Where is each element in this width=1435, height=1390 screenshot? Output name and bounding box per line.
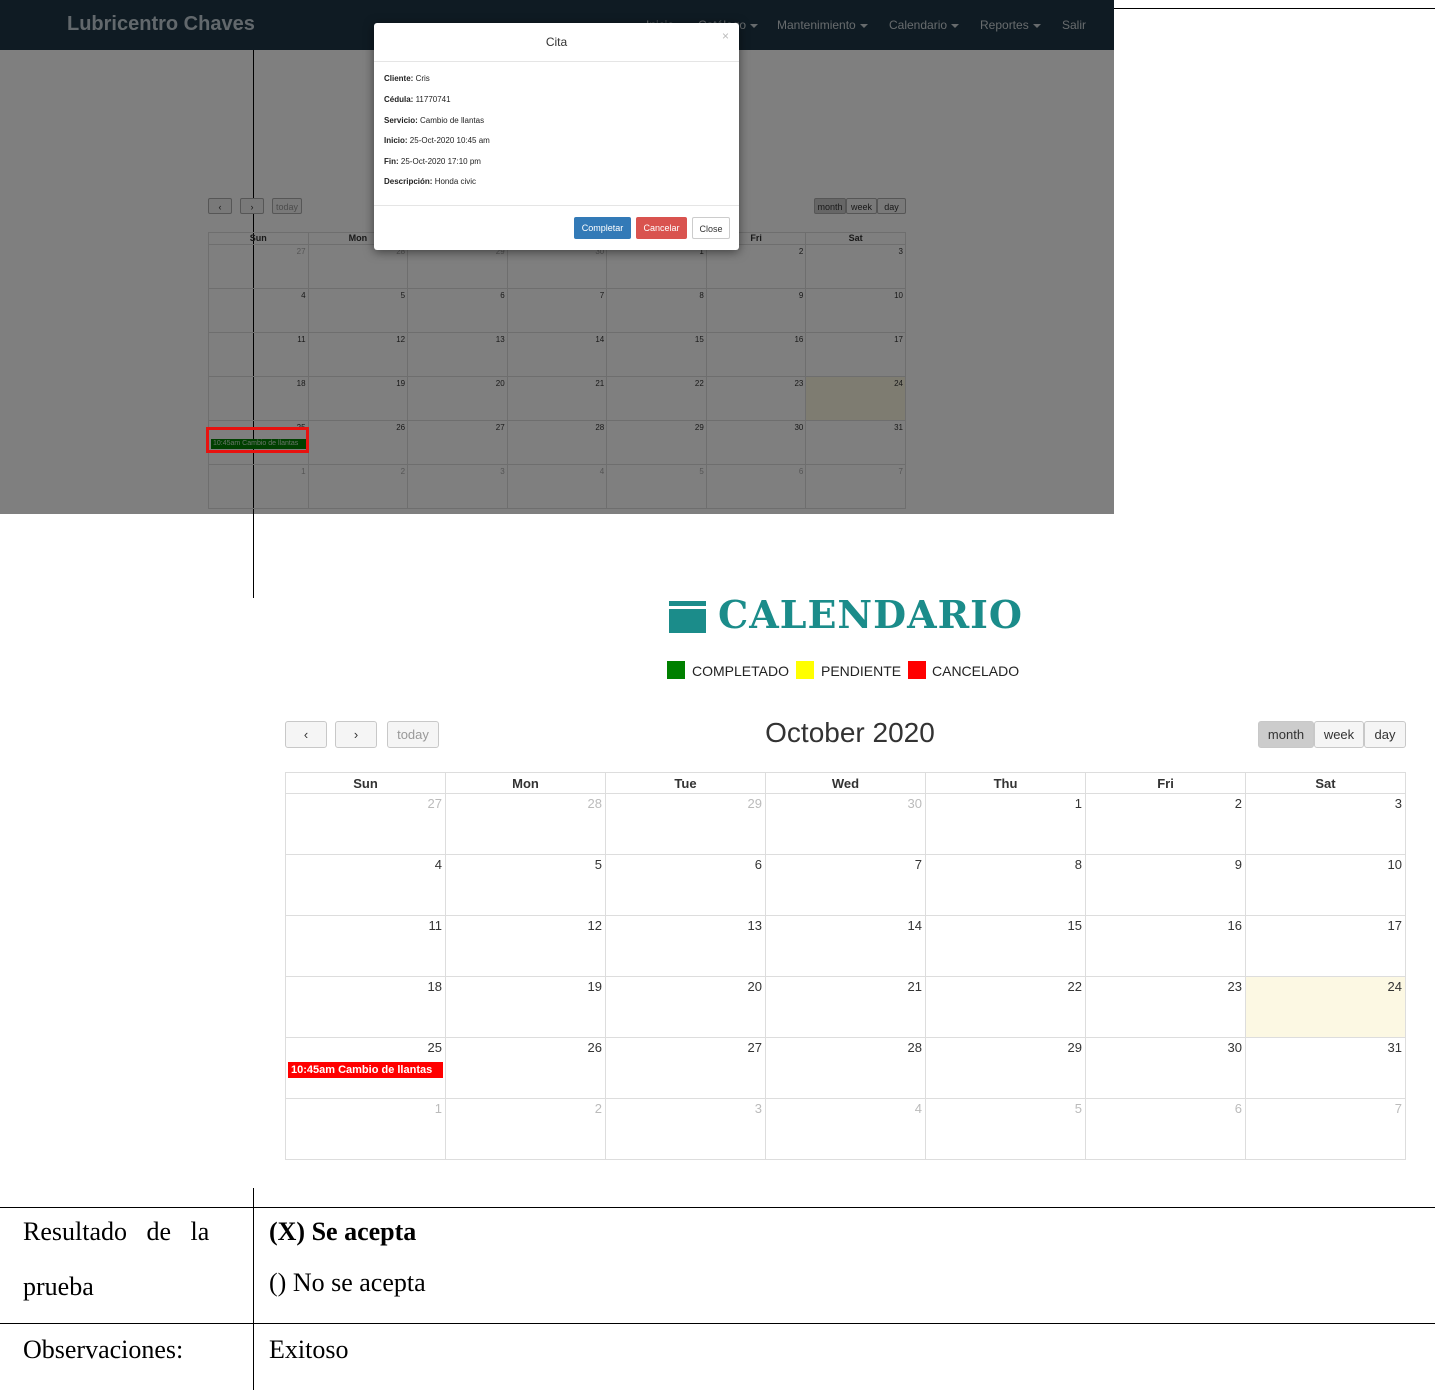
accept-option: (X) Se acepta — [269, 1217, 417, 1246]
day-cell[interactable]: 4 — [765, 1098, 926, 1160]
next-button[interactable]: › — [335, 721, 377, 748]
day-cell[interactable]: 30 — [1085, 1037, 1246, 1099]
day-cell[interactable]: 21 — [765, 976, 926, 1038]
weekday-header: Wed — [765, 772, 926, 794]
day-cell[interactable]: 28 — [765, 1037, 926, 1099]
close-button[interactable]: Close — [692, 217, 730, 239]
table-row-divider — [0, 1323, 1435, 1324]
day-cell[interactable]: 2 — [445, 1098, 606, 1160]
day-cell[interactable]: 4 — [285, 854, 446, 916]
result-label-line2: prueba — [23, 1272, 94, 1301]
day-cell[interactable]: 15 — [925, 915, 1086, 977]
detail-cedula: Cédula: 11770741 — [384, 95, 451, 104]
day-cell[interactable]: 14 — [765, 915, 926, 977]
month-button[interactable]: month — [1258, 721, 1314, 748]
detail-inicio: Inicio: 25-Oct-2020 10:45 am — [384, 136, 490, 145]
calendar-title: CALENDARIO — [718, 592, 1024, 637]
day-cell[interactable]: 13 — [605, 915, 766, 977]
day-cell[interactable]: 5 — [445, 854, 606, 916]
reject-option: () No se acepta — [269, 1268, 426, 1297]
day-cell[interactable]: 2 — [1085, 793, 1246, 855]
day-cell[interactable]: 5 — [925, 1098, 1086, 1160]
day-cell[interactable]: 6 — [1085, 1098, 1246, 1160]
day-cell[interactable]: 29 — [925, 1037, 1086, 1099]
day-cell[interactable]: 29 — [605, 793, 766, 855]
day-cell[interactable]: 22 — [925, 976, 1086, 1038]
prev-button[interactable]: ‹ — [285, 721, 327, 748]
observations-label: Observaciones: — [23, 1335, 184, 1364]
modal-divider — [374, 205, 739, 206]
day-button[interactable]: day — [1364, 721, 1406, 748]
modal-screenshot: Lubricentro Chaves Inicio Catálogo Mante… — [0, 0, 1114, 514]
cancel-button[interactable]: Cancelar — [636, 217, 687, 239]
day-cell[interactable]: 19 — [445, 976, 606, 1038]
highlight-box — [206, 427, 309, 453]
complete-button[interactable]: Completar — [574, 217, 631, 239]
appointment-modal: Cita × Cliente: Cris Cédula: 11770741 Se… — [374, 23, 739, 250]
day-cell[interactable]: 27 — [285, 793, 446, 855]
week-button[interactable]: week — [1314, 721, 1364, 748]
detail-cliente: Cliente: Cris — [384, 74, 430, 83]
weekday-header: Sun — [285, 772, 446, 794]
day-cell[interactable]: 6 — [605, 854, 766, 916]
close-icon[interactable]: × — [722, 29, 729, 43]
calendar-icon — [669, 601, 706, 633]
legend-label-pendiente: PENDIENTE — [821, 663, 902, 679]
weekday-header: Mon — [445, 772, 606, 794]
observations-value: Exitoso — [269, 1335, 349, 1364]
weekday-header: Fri — [1085, 772, 1246, 794]
event-chip[interactable]: 10:45am Cambio de llantas — [288, 1062, 443, 1078]
day-cell[interactable]: 7 — [1245, 1098, 1406, 1160]
legend-swatch-cancelado — [908, 661, 926, 679]
detail-servicio: Servicio: Cambio de llantas — [384, 116, 485, 125]
weekday-header: Sat — [1245, 772, 1406, 794]
day-cell[interactable]: 12 — [445, 915, 606, 977]
day-cell[interactable]: 30 — [765, 793, 926, 855]
legend-swatch-completado — [667, 661, 685, 679]
day-cell[interactable]: 17 — [1245, 915, 1406, 977]
day-number: 25 — [427, 1040, 442, 1055]
legend-label-completado: COMPLETADO — [692, 663, 789, 679]
legend-swatch-pendiente — [796, 661, 814, 679]
day-cell[interactable]: 3 — [1245, 793, 1406, 855]
day-cell[interactable]: 28 — [445, 793, 606, 855]
modal-divider — [374, 61, 739, 62]
day-cell[interactable]: 8 — [925, 854, 1086, 916]
day-cell[interactable]: 7 — [765, 854, 926, 916]
day-cell[interactable]: 16 — [1085, 915, 1246, 977]
day-cell[interactable]: 23 — [1085, 976, 1246, 1038]
day-cell[interactable]: 20 — [605, 976, 766, 1038]
legend-label-cancelado: CANCELADO — [932, 663, 1020, 679]
day-cell[interactable]: 9 — [1085, 854, 1246, 916]
day-cell[interactable]: 25 10:45am Cambio de llantas — [285, 1037, 446, 1099]
modal-title: Cita — [545, 35, 568, 49]
day-cell[interactable]: 10 — [1245, 854, 1406, 916]
detail-fin: Fin: 25-Oct-2020 17:10 pm — [384, 157, 481, 166]
weekday-header: Tue — [605, 772, 766, 794]
table-col-divider-bottom — [253, 1188, 254, 1390]
day-cell[interactable]: 31 — [1245, 1037, 1406, 1099]
day-cell[interactable]: 1 — [285, 1098, 446, 1160]
day-cell[interactable]: 27 — [605, 1037, 766, 1099]
day-cell[interactable]: 11 — [285, 915, 446, 977]
detail-descripcion: Descripción: Honda civic — [384, 177, 477, 186]
day-cell[interactable]: 26 — [445, 1037, 606, 1099]
day-cell[interactable]: 3 — [605, 1098, 766, 1160]
today-button[interactable]: today — [387, 721, 439, 748]
calendar-grid: Sun Mon Tue Wed Thu Fri Sat 27 28 29 30 … — [285, 772, 1406, 1160]
result-label-line1: Resultado de la — [23, 1217, 210, 1246]
weekday-header: Thu — [925, 772, 1086, 794]
day-cell-today[interactable]: 24 — [1245, 976, 1406, 1038]
day-cell[interactable]: 1 — [925, 793, 1086, 855]
month-title: October 2020 — [765, 717, 935, 748]
table-row-divider — [0, 1207, 1435, 1208]
day-cell[interactable]: 18 — [285, 976, 446, 1038]
